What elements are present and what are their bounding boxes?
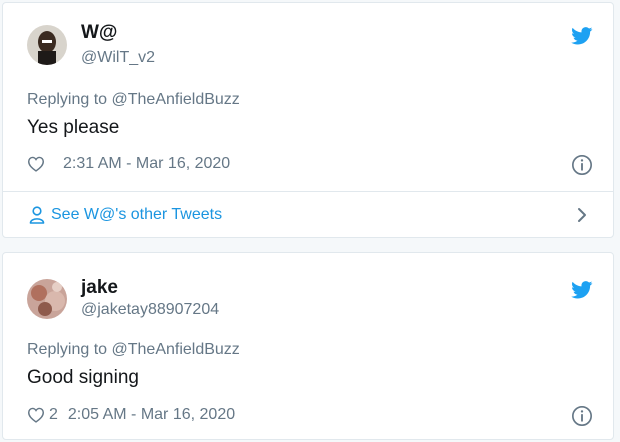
tweet-text: Good signing (27, 367, 139, 388)
replying-to: Replying to @TheAnfieldBuzz (27, 341, 240, 359)
tweet-text: Yes please (27, 117, 120, 138)
timestamp[interactable]: 2:05 AM - Mar 16, 2020 (68, 406, 235, 424)
avatar[interactable] (27, 25, 67, 65)
reply-mention-link[interactable]: @TheAnfieldBuzz (112, 341, 240, 358)
replying-to: Replying to @TheAnfieldBuzz (27, 91, 240, 109)
display-name[interactable]: jake (81, 277, 118, 299)
reply-mention-link[interactable]: @TheAnfieldBuzz (112, 91, 240, 108)
person-icon (29, 206, 45, 224)
tweet-card: W@ @WilT_v2 Replying to @TheAnfieldBuzz … (2, 2, 614, 238)
heart-icon[interactable] (27, 156, 45, 172)
reply-prefix: Replying to (27, 91, 108, 108)
tweet-meta: 2 2:05 AM - Mar 16, 2020 (27, 406, 235, 424)
chevron-right-icon[interactable] (577, 207, 587, 223)
display-name[interactable]: W@ (81, 22, 117, 44)
heart-icon[interactable] (27, 407, 45, 423)
see-other-tweets-label[interactable]: See W@'s other Tweets (51, 206, 222, 224)
reply-prefix: Replying to (27, 341, 108, 358)
like-count: 2 (49, 406, 58, 423)
avatar[interactable] (27, 279, 67, 319)
info-icon[interactable] (571, 154, 593, 176)
user-handle[interactable]: @jaketay88907204 (81, 301, 219, 319)
user-handle[interactable]: @WilT_v2 (81, 49, 155, 67)
see-other-tweets-link[interactable]: See W@'s other Tweets (3, 192, 613, 238)
info-icon[interactable] (571, 405, 593, 427)
timestamp[interactable]: 2:31 AM - Mar 16, 2020 (63, 155, 230, 173)
twitter-bird-icon[interactable] (571, 27, 593, 45)
tweet-card: jake @jaketay88907204 Replying to @TheAn… (2, 252, 614, 440)
twitter-bird-icon[interactable] (571, 281, 593, 299)
tweet-meta: 2:31 AM - Mar 16, 2020 (27, 155, 230, 173)
